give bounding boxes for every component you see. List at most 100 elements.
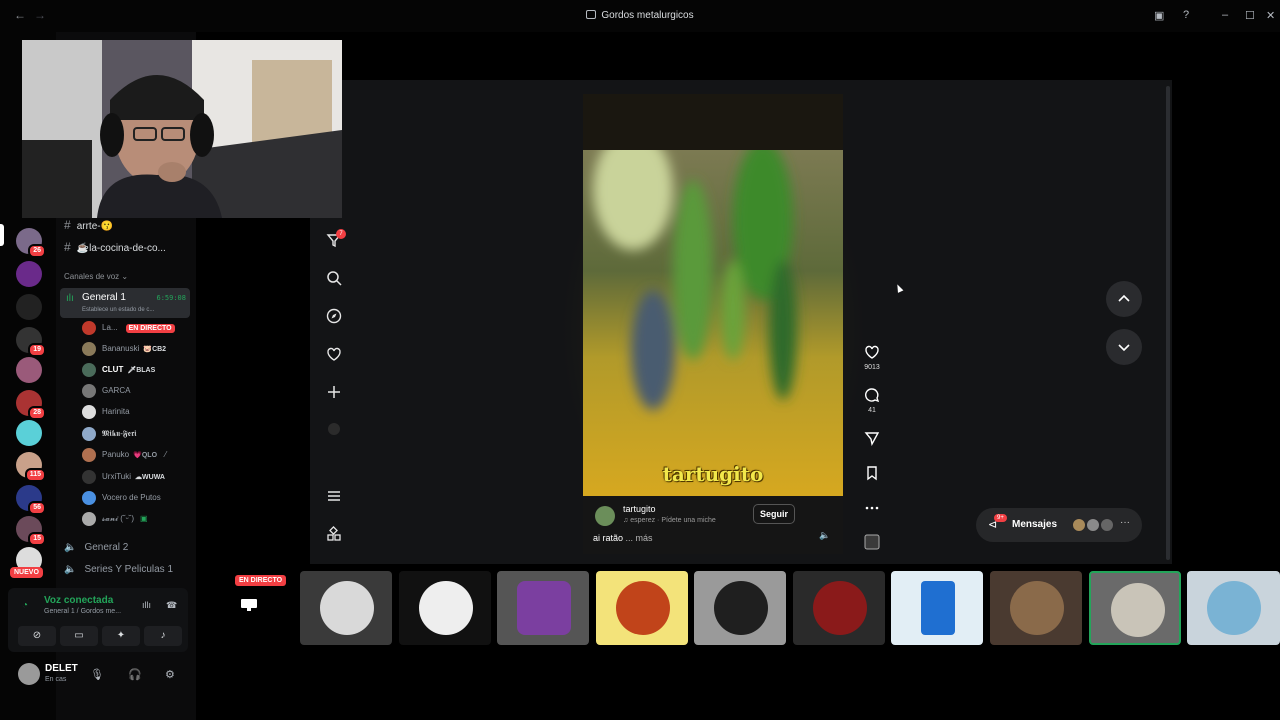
- participant-tile[interactable]: [399, 571, 491, 645]
- server-icon: [586, 10, 597, 19]
- avatar: [82, 384, 96, 398]
- music-text: esperez · Pídete una miche: [630, 517, 716, 524]
- help-icon[interactable]: ?: [1183, 9, 1189, 21]
- comment-button[interactable]: 41: [860, 387, 884, 414]
- server-icon[interactable]: 28: [16, 390, 46, 420]
- voice-user[interactable]: UrxiTuki ☁WUWA: [82, 470, 165, 486]
- avatar: [82, 405, 96, 419]
- user-name: DELET: [45, 663, 78, 674]
- messages-button[interactable]: ⊲ 9+ Mensajes ···: [976, 508, 1142, 542]
- inbox-icon[interactable]: ▣: [1154, 9, 1164, 22]
- voice-user[interactable]: 𝕸𝖎𝖐𝖚-𝕱𝖊𝖗𝖎: [82, 427, 137, 443]
- camera-off-button[interactable]: ⊘: [18, 626, 56, 646]
- voice-user-name: Panuko: [102, 450, 130, 460]
- voice-connected-channel[interactable]: General 1 / Gordos me...: [44, 608, 121, 615]
- voice-user[interactable]: Bananuski 🐷CB2: [82, 342, 166, 358]
- more-options-icon[interactable]: [860, 500, 884, 519]
- text-channel[interactable]: # arrte-😗: [64, 218, 113, 232]
- avatar: [517, 581, 571, 635]
- server-icon[interactable]: [16, 357, 42, 383]
- voice-user[interactable]: Vocero de Putos: [82, 491, 161, 507]
- headphones-icon[interactable]: 🎧: [128, 668, 142, 681]
- webcam-overlay: [22, 40, 342, 218]
- server-icon[interactable]: [16, 420, 42, 446]
- apps-icon[interactable]: [320, 526, 348, 550]
- avatar: [82, 342, 96, 356]
- soundboard-button[interactable]: ♪: [144, 626, 182, 646]
- avatar: [1111, 583, 1165, 637]
- voice-user[interactable]: CLUT 🗡BLAS: [82, 363, 155, 379]
- screen-share-button[interactable]: ▭: [60, 626, 98, 646]
- volume-icon[interactable]: 🔈: [819, 530, 830, 541]
- follow-button[interactable]: Seguir: [753, 504, 796, 524]
- user-tag: 🐷CB2: [143, 346, 167, 354]
- noise-suppression-icon[interactable]: ıllı: [142, 600, 151, 610]
- video-frame: [583, 150, 843, 496]
- scrollbar[interactable]: [1166, 86, 1170, 560]
- live-badge: EN DIRECTO: [125, 324, 175, 334]
- video-description: ai ratão ... más: [593, 533, 653, 543]
- participant-tile[interactable]: [891, 571, 983, 645]
- participant-tile[interactable]: [694, 571, 786, 645]
- participant-tile[interactable]: [497, 571, 589, 645]
- close-button[interactable]: ✕: [1266, 9, 1275, 22]
- voice-channel-active[interactable]: ılı General 1 6:59:08 Establece un estad…: [60, 288, 190, 318]
- next-video-button[interactable]: [1106, 329, 1142, 365]
- voice-user[interactable]: Panuko 💗QLO ⁄: [82, 448, 166, 464]
- voice-user[interactable]: GARCA: [82, 384, 130, 400]
- avatar: [1072, 518, 1086, 532]
- signal-icon[interactable]: ◔: [22, 600, 28, 611]
- new-badge[interactable]: NUEVO: [10, 567, 43, 578]
- participant-tile[interactable]: [300, 571, 392, 645]
- maximize-button[interactable]: ☐: [1245, 9, 1255, 22]
- menu-icon[interactable]: [320, 488, 348, 512]
- voice-channel[interactable]: 🔈 Series Y Peliculas 1: [64, 564, 173, 575]
- participant-tile[interactable]: [990, 571, 1082, 645]
- avatar: [419, 581, 473, 635]
- activities-button[interactable]: ✦: [102, 626, 140, 646]
- voice-connection-panel: ◔ Voz conectada General 1 / Gordos me...…: [8, 588, 188, 652]
- previous-video-button[interactable]: [1106, 281, 1142, 317]
- explore-icon[interactable]: [320, 308, 348, 332]
- voice-user[interactable]: Harinita: [82, 405, 130, 421]
- server-icon[interactable]: 19: [16, 327, 46, 357]
- voice-category[interactable]: Canales de voz ⌄: [64, 272, 128, 281]
- avatar[interactable]: [18, 663, 40, 685]
- server-icon[interactable]: 15: [16, 516, 46, 546]
- profile-icon[interactable]: [320, 421, 348, 445]
- server-icon[interactable]: [16, 261, 42, 287]
- text-channel[interactable]: # ☕la-cocina-de-co...: [64, 240, 166, 254]
- participant-tile[interactable]: [793, 571, 885, 645]
- creator-username[interactable]: tartugito: [623, 504, 656, 514]
- server-icon[interactable]: 56: [16, 485, 46, 515]
- more-link[interactable]: ... más: [626, 533, 653, 543]
- participant-tile-selected[interactable]: [1089, 571, 1181, 645]
- participant-tile[interactable]: [1187, 571, 1280, 645]
- plus-icon[interactable]: [320, 384, 348, 408]
- creator-avatar[interactable]: [595, 506, 615, 526]
- avatar: [82, 470, 96, 484]
- participant-tile[interactable]: [596, 571, 688, 645]
- video-top-bar: [583, 94, 843, 150]
- gear-icon[interactable]: ⚙: [165, 668, 175, 681]
- server-icon[interactable]: [16, 294, 42, 320]
- bookmark-button[interactable]: [860, 465, 884, 484]
- avatar: [1010, 581, 1064, 635]
- server-icon[interactable]: 115: [16, 452, 46, 482]
- webcam-feed: [22, 40, 342, 218]
- search-icon[interactable]: [320, 270, 348, 294]
- music-info[interactable]: ♫ esperez · Pídete una miche: [623, 517, 716, 524]
- music-disc-icon[interactable]: [860, 534, 884, 553]
- voice-user[interactable]: La... EN DIRECTO: [82, 321, 175, 337]
- heart-icon[interactable]: [320, 346, 348, 370]
- microphone-icon[interactable]: 🎙: [90, 668, 104, 681]
- like-button[interactable]: 9013: [860, 344, 884, 371]
- disconnect-icon[interactable]: ☎: [166, 600, 177, 611]
- minimize-button[interactable]: –: [1222, 9, 1228, 21]
- server-icon[interactable]: 26: [16, 228, 46, 258]
- share-button[interactable]: [860, 430, 884, 449]
- voice-channel[interactable]: 🔈 General 2: [64, 542, 128, 553]
- voice-channel-name: General 1: [82, 292, 126, 303]
- tiktok-video[interactable]: tartugito: [583, 150, 843, 496]
- voice-user[interactable]: 𝓼𝓪𝓷𝓲 (˘ᵕ˘) ▣: [82, 512, 148, 528]
